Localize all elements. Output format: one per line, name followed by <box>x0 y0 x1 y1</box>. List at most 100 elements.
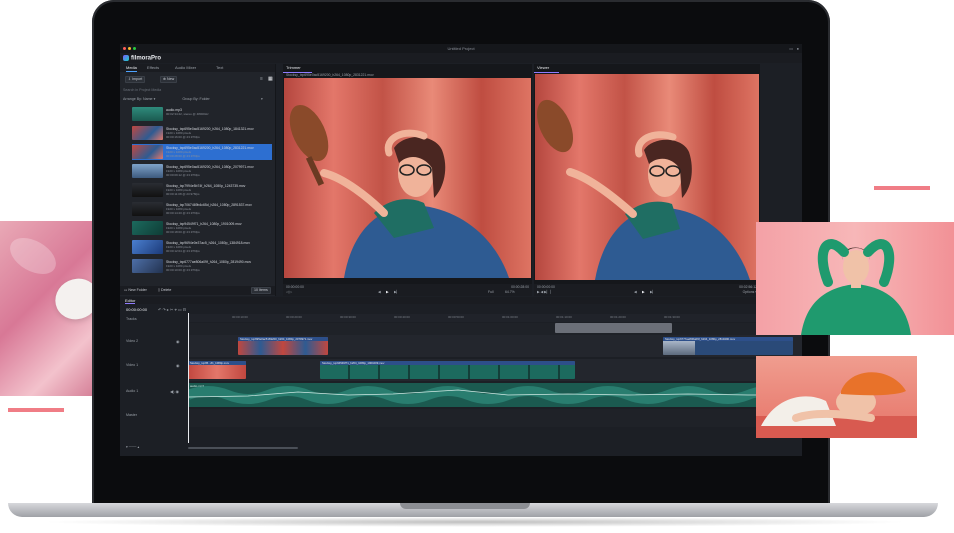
viewer-transport-icons[interactable]: ▶ ◀ ▶▏ ▏ <box>537 290 553 294</box>
delete-label: Delete <box>160 288 172 292</box>
delete-button[interactable]: ▯ Delete <box>158 288 171 292</box>
list-view-icon[interactable]: ≡ <box>260 76 263 82</box>
media-item[interactable]: Stocksy_txp6777ae806a09f_h264_1080p_2819… <box>132 258 272 274</box>
tab-audio-mixer[interactable]: Audio Mixer <box>175 65 196 71</box>
trimmer-controls: 00:00:00:00 00:00:28:00 ◁ ▷ ◀ ▶ ▶▏ Full … <box>283 284 532 296</box>
ruler-tick: 00:01:10:00 <box>556 315 572 319</box>
media-thumbnail <box>132 145 163 159</box>
viewer-step-forward-icon[interactable]: ▶▏ <box>650 290 655 294</box>
viewer-frame-art <box>535 74 759 280</box>
fit-select[interactable]: 64.7% <box>505 290 515 294</box>
media-item[interactable]: Stocksy_txp7067469b4c65d_h264_1080p_2891… <box>132 201 272 217</box>
trimmer-panel: Trimmer Stocksy_txp695e0ac5169200_h264_1… <box>283 64 532 296</box>
side-photo-orange-hat <box>756 356 917 438</box>
viewer-timecode-in: 00:00:00:00 <box>537 285 555 289</box>
viewer-play-icon[interactable]: ▶ <box>642 290 645 294</box>
tab-effects[interactable]: Effects <box>147 65 159 71</box>
media-item-meta: 1920 x 1080 pixels 00:00:11:08 @ 23.976f… <box>166 188 200 196</box>
trimmer-video-frame <box>284 78 531 278</box>
mark-in-icon[interactable]: ◁ ▷ <box>286 290 292 294</box>
viewer-options-button[interactable]: Options ▾ <box>743 290 757 294</box>
import-button[interactable]: ⇩ Import <box>125 76 146 83</box>
group-by-select[interactable]: Group By: Folder <box>182 97 209 101</box>
play-icon[interactable]: ▶ <box>386 290 389 294</box>
track-row-video2: Stocksy_txp695e0ac5169200_h264_1080p_207… <box>188 335 802 357</box>
timeline-timecode: 00:00:00:00 <box>126 307 148 312</box>
tab-trimmer[interactable]: Trimmer <box>283 64 312 73</box>
step-back-icon[interactable]: ◀ <box>378 290 381 294</box>
new-folder-button[interactable]: ▭ New Folder <box>124 288 147 292</box>
tab-text[interactable]: Text <box>216 65 223 71</box>
media-item[interactable]: Stocksy_txp9694e0e37ac5_h264_1080p_13849… <box>132 239 272 255</box>
app-logo: filmoraPro <box>123 55 161 62</box>
new-button[interactable]: ⊕ New <box>160 76 178 83</box>
media-panel-footer: ▭ New Folder ▯ Delete 10 Items <box>120 286 275 295</box>
track-row-video1: Stocksy_txp95...#1_1080p.mov Stocksy_txp… <box>188 359 802 381</box>
timeline-tools-icons[interactable]: ↶ ↷ ▸ ✂ ⌖ ▭ ⊟ <box>158 307 186 312</box>
ruler-tick: 00:00:10:00 <box>232 315 248 319</box>
video-frame-art <box>284 78 531 278</box>
video2-visibility-icon[interactable]: ◉ <box>176 339 180 344</box>
grid-view-icon[interactable]: ▦ <box>268 76 273 82</box>
media-thumbnail <box>132 202 163 216</box>
track-row-top <box>188 323 802 335</box>
accent-line-right <box>874 186 930 190</box>
item-count: 10 Items <box>251 287 271 294</box>
tab-editor[interactable]: Editor <box>125 298 136 304</box>
step-forward-icon[interactable]: ▶▏ <box>394 290 399 294</box>
search-input[interactable]: Search in Project Media <box>123 88 271 93</box>
viewer-step-back-icon[interactable]: ◀ <box>634 290 637 294</box>
video1-clip-a[interactable]: Stocksy_txp95...#1_1080p.mov <box>188 361 246 379</box>
viewer-controls: 00:00:00:00 00:02:56:12 ▶ ◀ ▶▏ ▏ ◀ ▶ ▶▏ … <box>534 284 760 296</box>
arrange-chevron-icon: ▾ <box>153 97 157 101</box>
audio1-mute-icon[interactable]: ◀) ◉ <box>170 389 179 394</box>
media-item-meta: 1920 x 1080 pixels 00:00:09:12 @ 23.976f… <box>166 169 200 177</box>
media-item[interactable]: Stocksy_txp695e0ac5169200_h264_1080p_207… <box>132 163 272 179</box>
ruler-tick: 00:00:40:00 <box>394 315 410 319</box>
media-item-meta: 1920 x 1080 pixels 00:00:10:00 @ 23.976f… <box>166 264 200 272</box>
filmora-logo-icon <box>123 55 129 61</box>
media-thumbnail <box>132 183 163 197</box>
zoom-out-icon[interactable]: ▾ ─── ▴ <box>126 445 139 449</box>
viewer-panel: Viewer 00:00:00:00 00:02:56:12 ▶ ◀ ▶▏ ▏ … <box>534 64 760 296</box>
media-item[interactable]: Stocksy_txp94549f71_h264_1080p_1901009.m… <box>132 220 272 236</box>
ruler-tick: 00:01:20:00 <box>610 315 626 319</box>
tab-media[interactable]: Media <box>126 65 137 72</box>
playhead[interactable] <box>188 313 189 443</box>
zoom-select[interactable]: Full <box>488 290 493 294</box>
audio-waveform[interactable] <box>188 383 802 407</box>
track-label-video1: Video 1 <box>126 363 139 367</box>
media-item[interactable]: Stocksy_txp7994e5b74f_h264_1080p_1243735… <box>132 182 272 198</box>
tab-viewer[interactable]: Viewer <box>534 64 559 73</box>
media-thumbnail <box>132 259 163 273</box>
window-title: Untitled Project <box>447 46 475 51</box>
timeline-scrollbar[interactable] <box>188 447 298 449</box>
timeline-ruler[interactable]: 00:00:10:00 00:00:20:00 00:00:30:00 00:0… <box>188 314 802 322</box>
user-icon[interactable]: ● <box>797 46 799 51</box>
ruler-tick: 00:01:30:00 <box>664 315 680 319</box>
app-window: Untitled Project ▭ ● filmoraPro Media Ef… <box>120 44 802 456</box>
clip-thumb <box>663 341 695 355</box>
timeline-clip[interactable] <box>555 323 672 333</box>
media-item[interactable]: Stocksy_txp695e0ac5169200_h264_1080p_283… <box>132 144 272 160</box>
media-thumbnail <box>132 126 163 140</box>
video2-clip-b[interactable]: Stocksy_txp6777ae806a09f_h264_1080p_2819… <box>663 337 793 355</box>
video1-clip-b[interactable]: Stocksy_txp94549f71_h264_1080p_1901009.m… <box>320 361 575 379</box>
side-photo-green-sweater <box>756 222 954 335</box>
viewer-timecode-out: 00:02:56:12 <box>739 285 757 289</box>
editor-tab-bar: Editor <box>120 297 802 304</box>
media-thumbnail <box>132 164 163 178</box>
cart-icon[interactable]: ▭ <box>789 46 793 51</box>
accent-line-left <box>8 408 64 412</box>
media-item[interactable]: audio.mp3 00:02:34:22, stereo @ 48000Hz <box>132 106 272 122</box>
track-label-audio1: Audio 1 <box>126 389 139 393</box>
media-item-meta: 00:02:34:22, stereo @ 48000Hz <box>166 112 209 116</box>
video1-visibility-icon[interactable]: ◉ <box>176 363 180 368</box>
video2-clip-a[interactable]: Stocksy_txp695e0ac5169200_h264_1080p_207… <box>238 337 328 355</box>
trimmer-timecode-out: 00:00:28:00 <box>511 285 529 289</box>
arrange-by-select[interactable]: Arrange By: Name <box>123 97 153 101</box>
panel-tabs: Media Effects Audio Mixer Text <box>120 64 275 72</box>
media-item[interactable]: Stocksy_txp695e0ac5169200_h264_1080p_184… <box>132 125 272 141</box>
timeline-editor: Editor 00:00:00:00 ↶ ↷ ▸ ✂ ⌖ ▭ ⊟ 00:00:1… <box>120 297 802 456</box>
fabric-highlight <box>3 230 63 282</box>
